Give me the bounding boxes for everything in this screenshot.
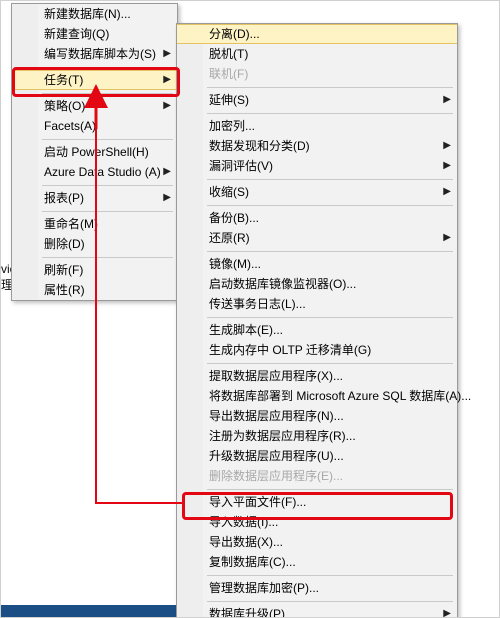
label: 漏洞评估(V) (209, 159, 273, 173)
submenu-arrow-icon: ▶ (163, 44, 171, 64)
label: 刷新(F) (44, 263, 83, 277)
menu-item-reports[interactable]: 报表(P) ▶ (12, 188, 177, 208)
label: 联机(F) (209, 67, 248, 81)
menu-item-import-data[interactable]: 导入数据(I)... (177, 512, 457, 532)
label: 删除(D) (44, 237, 85, 251)
menu-item-start-powershell[interactable]: 启动 PowerShell(H) (12, 142, 177, 162)
label: 加密列... (209, 119, 255, 133)
label: 重命名(M) (44, 217, 98, 231)
label: 还原(R) (209, 231, 250, 245)
menu-item-deploy-to-azure[interactable]: 将数据库部署到 Microsoft Azure SQL 数据库(A)... (177, 386, 457, 406)
menu-item-refresh[interactable]: 刷新(F) (12, 260, 177, 280)
label: 导出数据层应用程序(N)... (209, 409, 344, 423)
label: 传送事务日志(L)... (209, 297, 306, 311)
menu-item-upgrade-dac[interactable]: 升级数据层应用程序(U)... (177, 446, 457, 466)
label: 数据库升级(P) (209, 607, 285, 618)
menu-item-stretch[interactable]: 延伸(S) ▶ (177, 90, 457, 110)
label: Azure Data Studio (A) (44, 165, 161, 179)
menu-item-script-database-as[interactable]: 编写数据库脚本为(S) ▶ (12, 44, 177, 64)
label: 将数据库部署到 Microsoft Azure SQL 数据库(A)... (209, 389, 471, 403)
ssms-context-menu-screenshot: vices 目录 理 新建数据库(N)... 新建查询(Q) 编写数据库脚本为(… (0, 0, 500, 618)
label: 启动数据库镜像监视器(O)... (209, 277, 356, 291)
menu-item-delete-dac: 删除数据层应用程序(E)... (177, 466, 457, 486)
label: 任务(T) (44, 73, 83, 87)
menu-item-restore[interactable]: 还原(R) ▶ (177, 228, 457, 248)
submenu-arrow-icon: ▶ (163, 188, 171, 208)
label: 镜像(M)... (209, 257, 261, 271)
submenu-arrow-icon: ▶ (443, 90, 451, 110)
label: 属性(R) (44, 283, 85, 297)
submenu-arrow-icon: ▶ (443, 156, 451, 176)
menu-item-mirror[interactable]: 镜像(M)... (177, 254, 457, 274)
submenu-arrow-icon: ▶ (163, 96, 171, 116)
object-context-menu: 新建数据库(N)... 新建查询(Q) 编写数据库脚本为(S)▶ 任务(T)▶ … (11, 3, 178, 301)
menu-item-facets[interactable]: Facets(A) (12, 116, 177, 136)
menu-item-export-dac[interactable]: 导出数据层应用程序(N)... (177, 406, 457, 426)
submenu-arrow-icon: ▶ (443, 136, 451, 156)
menu-item-database-upgrade[interactable]: 数据库升级(P) ▶ (177, 604, 457, 618)
label: 生成脚本(E)... (209, 323, 283, 337)
label: 生成内存中 OLTP 迁移清单(G) (209, 343, 371, 357)
label: 备份(B)... (209, 211, 259, 225)
menu-item-vulnerability-assessment[interactable]: 漏洞评估(V) ▶ (177, 156, 457, 176)
menu-item-copy-database[interactable]: 复制数据库(C)... (177, 552, 457, 572)
menu-item-tasks[interactable]: 任务(T) ▶ (12, 70, 177, 90)
submenu-arrow-icon: ▶ (163, 162, 171, 182)
tasks-submenu: 分离(D)... 脱机(T) 联机(F) 延伸(S) ▶ 加密列... 数据发现和… (176, 23, 458, 618)
menu-item-backup[interactable]: 备份(B)... (177, 208, 457, 228)
submenu-arrow-icon: ▶ (443, 228, 451, 248)
menu-item-import-flat-file[interactable]: 导入平面文件(F)... (177, 492, 457, 512)
label: 提取数据层应用程序(X)... (209, 369, 343, 383)
menu-item-extract-dac[interactable]: 提取数据层应用程序(X)... (177, 366, 457, 386)
menu-item-manage-db-encryption[interactable]: 管理数据库加密(P)... (177, 578, 457, 598)
menu-item-properties[interactable]: 属性(R) (12, 280, 177, 300)
label: 脱机(T) (209, 47, 248, 61)
menu-item-new-database[interactable]: 新建数据库(N)... (12, 4, 177, 24)
menu-item-ship-transaction-logs[interactable]: 传送事务日志(L)... (177, 294, 457, 314)
label: 导入数据(I)... (209, 515, 278, 529)
label: 报表(P) (44, 191, 84, 205)
menu-item-shrink[interactable]: 收缩(S) ▶ (177, 182, 457, 202)
menu-item-azure-data-studio[interactable]: Azure Data Studio (A)▶ (12, 162, 177, 182)
menu-item-delete[interactable]: 删除(D) (12, 234, 177, 254)
label: 策略(O) (44, 99, 85, 113)
label: 收缩(S) (209, 185, 249, 199)
label: 新建数据库(N)... (44, 7, 131, 21)
menu-item-bring-online: 联机(F) (177, 64, 457, 84)
menu-item-take-offline[interactable]: 脱机(T) (177, 44, 457, 64)
menu-item-rename[interactable]: 重命名(M) (12, 214, 177, 234)
label: 分离(D)... (209, 27, 260, 41)
label: 注册为数据层应用程序(R)... (209, 429, 356, 443)
menu-item-new-query[interactable]: 新建查询(Q) (12, 24, 177, 44)
menu-item-launch-mirror-monitor[interactable]: 启动数据库镜像监视器(O)... (177, 274, 457, 294)
label: 管理数据库加密(P)... (209, 581, 319, 595)
label: Facets(A) (44, 119, 96, 133)
menu-item-policies[interactable]: 策略(O) ▶ (12, 96, 177, 116)
label: 延伸(S) (209, 93, 249, 107)
menu-item-export-data[interactable]: 导出数据(X)... (177, 532, 457, 552)
label: 删除数据层应用程序(E)... (209, 469, 343, 483)
label: 数据发现和分类(D) (209, 139, 310, 153)
statusbar-fragment (1, 605, 181, 617)
menu-item-data-discovery[interactable]: 数据发现和分类(D) ▶ (177, 136, 457, 156)
label: 编写数据库脚本为(S) (44, 47, 156, 61)
menu-item-generate-scripts[interactable]: 生成脚本(E)... (177, 320, 457, 340)
menu-item-oltp-checklist[interactable]: 生成内存中 OLTP 迁移清单(G) (177, 340, 457, 360)
menu-item-detach[interactable]: 分离(D)... (177, 24, 457, 44)
menu-item-encrypt-columns[interactable]: 加密列... (177, 116, 457, 136)
label: 复制数据库(C)... (209, 555, 296, 569)
label: 导入平面文件(F)... (209, 495, 306, 509)
submenu-arrow-icon: ▶ (443, 182, 451, 202)
label: 导出数据(X)... (209, 535, 283, 549)
label: 升级数据层应用程序(U)... (209, 449, 344, 463)
submenu-arrow-icon: ▶ (163, 71, 171, 89)
label: 新建查询(Q) (44, 27, 109, 41)
label: 启动 PowerShell(H) (44, 145, 149, 159)
menu-item-register-dac[interactable]: 注册为数据层应用程序(R)... (177, 426, 457, 446)
submenu-arrow-icon: ▶ (443, 604, 451, 618)
